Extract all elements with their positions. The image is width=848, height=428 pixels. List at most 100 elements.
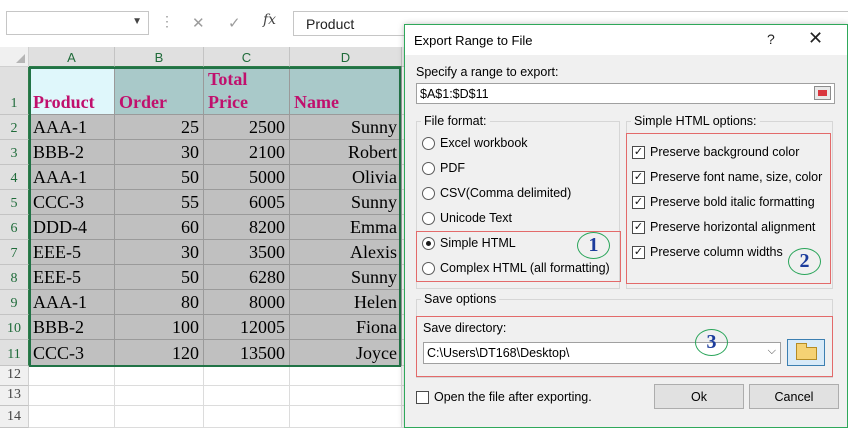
header-cell-total-price[interactable]: Total Price <box>204 67 290 115</box>
cell-order[interactable]: 55 <box>115 190 204 215</box>
empty-cell[interactable] <box>290 366 402 386</box>
cell-order[interactable]: 60 <box>115 215 204 240</box>
cell-product[interactable]: BBB-2 <box>29 315 115 340</box>
cell-name[interactable]: Robert <box>290 140 402 165</box>
cell-product[interactable]: BBB-2 <box>29 140 115 165</box>
cell-name[interactable]: Emma <box>290 215 402 240</box>
row-header-8[interactable]: 8 <box>0 265 29 290</box>
cell-total[interactable]: 8200 <box>204 215 290 240</box>
row-header-5[interactable]: 5 <box>0 190 29 215</box>
row-header-3[interactable]: 3 <box>0 140 29 165</box>
cell-product[interactable]: EEE-5 <box>29 240 115 265</box>
cell-total[interactable]: 6280 <box>204 265 290 290</box>
row-header-10[interactable]: 10 <box>0 315 29 340</box>
radio-complex-html-all-formatting[interactable]: Complex HTML (all formatting) <box>422 261 610 275</box>
column-header-c[interactable]: C <box>204 47 290 67</box>
checkbox-preserve-horizontal-alignment[interactable]: ✓ Preserve horizontal alignment <box>632 220 815 234</box>
cell-total[interactable]: 2100 <box>204 140 290 165</box>
cell-name[interactable]: Alexis <box>290 240 402 265</box>
cell-product[interactable]: CCC-3 <box>29 340 115 366</box>
row-header-1[interactable]: 1 <box>0 67 29 115</box>
name-box[interactable]: ▼ <box>6 11 149 35</box>
empty-cell[interactable] <box>115 366 204 386</box>
cell-order[interactable]: 50 <box>115 265 204 290</box>
row-header-14[interactable]: 14 <box>0 406 29 428</box>
cell-total[interactable]: 3500 <box>204 240 290 265</box>
close-icon[interactable]: ✕ <box>808 28 823 49</box>
cell-order[interactable]: 100 <box>115 315 204 340</box>
cell-name[interactable]: Sunny <box>290 115 402 140</box>
column-header-a[interactable]: A <box>29 47 115 67</box>
cell-name[interactable]: Fiona <box>290 315 402 340</box>
enter-checkmark-icon[interactable]: ✓ <box>228 14 241 32</box>
empty-cell[interactable] <box>29 406 115 428</box>
row-header-13[interactable]: 13 <box>0 386 29 406</box>
cell-order[interactable]: 25 <box>115 115 204 140</box>
cell-name[interactable]: Sunny <box>290 265 402 290</box>
cell-product[interactable]: AAA-1 <box>29 290 115 315</box>
chevron-down-icon[interactable]: ⌵ <box>768 345 776 358</box>
cell-total[interactable]: 12005 <box>204 315 290 340</box>
cell-name[interactable]: Joyce <box>290 340 402 366</box>
cancel-entry-icon[interactable]: ✕ <box>192 14 205 32</box>
cell-total[interactable]: 5000 <box>204 165 290 190</box>
empty-cell[interactable] <box>115 386 204 406</box>
row-header-12[interactable]: 12 <box>0 366 29 386</box>
header-cell-order[interactable]: Order <box>115 67 204 115</box>
range-select-icon[interactable] <box>814 86 831 100</box>
cell-product[interactable]: CCC-3 <box>29 190 115 215</box>
checkbox-preserve-column-widths[interactable]: ✓ Preserve column widths <box>632 245 783 259</box>
cell-order[interactable]: 80 <box>115 290 204 315</box>
cell-total[interactable]: 13500 <box>204 340 290 366</box>
cell-total[interactable]: 2500 <box>204 115 290 140</box>
empty-cell[interactable] <box>204 386 290 406</box>
checkbox-preserve-bold-italic-formatting[interactable]: ✓ Preserve bold italic formatting <box>632 195 815 209</box>
header-cell-name[interactable]: Name <box>290 67 402 115</box>
range-input[interactable]: $A$1:$D$11 <box>416 83 835 104</box>
cell-name[interactable]: Olivia <box>290 165 402 190</box>
cell-order[interactable]: 120 <box>115 340 204 366</box>
empty-cell[interactable] <box>290 406 402 428</box>
row-header-6[interactable]: 6 <box>0 215 29 240</box>
cell-name[interactable]: Sunny <box>290 190 402 215</box>
cell-order[interactable]: 30 <box>115 240 204 265</box>
radio-simple-html[interactable]: Simple HTML <box>422 236 516 250</box>
cell-total[interactable]: 8000 <box>204 290 290 315</box>
select-all-corner[interactable] <box>0 47 29 67</box>
column-header-b[interactable]: B <box>115 47 204 67</box>
help-icon[interactable]: ? <box>767 31 775 47</box>
cell-order[interactable]: 30 <box>115 140 204 165</box>
cancel-button[interactable]: Cancel <box>749 384 839 409</box>
checkbox-preserve-font-name-size-color[interactable]: ✓ Preserve font name, size, color <box>632 170 822 184</box>
cell-product[interactable]: AAA-1 <box>29 115 115 140</box>
cell-order[interactable]: 50 <box>115 165 204 190</box>
cell-name[interactable]: Helen <box>290 290 402 315</box>
row-header-9[interactable]: 9 <box>0 290 29 315</box>
row-header-11[interactable]: 11 <box>0 340 29 366</box>
open-after-export-checkbox[interactable]: Open the file after exporting. <box>416 390 592 404</box>
insert-function-button[interactable]: fx <box>263 12 276 28</box>
header-cell-product[interactable]: Product <box>29 67 115 115</box>
row-header-4[interactable]: 4 <box>0 165 29 190</box>
radio-unicode-text[interactable]: Unicode Text <box>422 211 512 225</box>
cell-total[interactable]: 6005 <box>204 190 290 215</box>
empty-cell[interactable] <box>29 386 115 406</box>
row-header-7[interactable]: 7 <box>0 240 29 265</box>
cell-product[interactable]: DDD-4 <box>29 215 115 240</box>
empty-cell[interactable] <box>115 406 204 428</box>
empty-cell[interactable] <box>29 366 115 386</box>
browse-folder-button[interactable] <box>787 339 825 366</box>
empty-cell[interactable] <box>204 366 290 386</box>
ok-button[interactable]: Ok <box>654 384 744 409</box>
chevron-down-icon[interactable]: ▼ <box>132 16 142 27</box>
radio-pdf[interactable]: PDF <box>422 161 465 175</box>
column-header-d[interactable]: D <box>290 47 402 67</box>
cell-product[interactable]: EEE-5 <box>29 265 115 290</box>
cell-product[interactable]: AAA-1 <box>29 165 115 190</box>
empty-cell[interactable] <box>204 406 290 428</box>
empty-cell[interactable] <box>290 386 402 406</box>
radio-excel-workbook[interactable]: Excel workbook <box>422 136 528 150</box>
checkbox-preserve-background-color[interactable]: ✓ Preserve background color <box>632 145 799 159</box>
row-header-2[interactable]: 2 <box>0 115 29 140</box>
radio-csv-comma-delimited[interactable]: CSV(Comma delimited) <box>422 186 571 200</box>
